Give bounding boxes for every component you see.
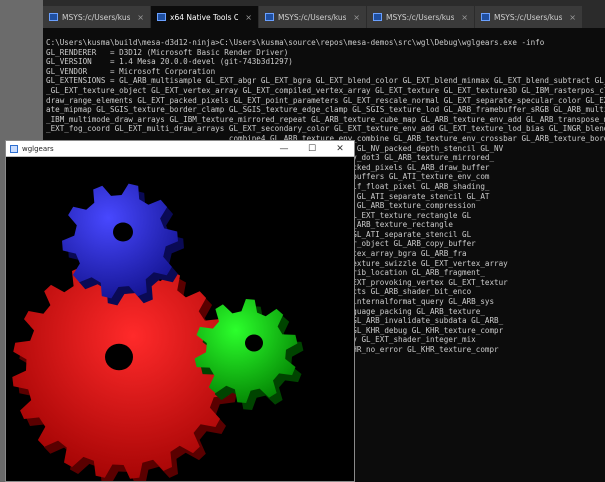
gears-canvas bbox=[12, 183, 304, 481]
terminal-tab-label: MSYS:/c/Users/kusma/src/mesa/r bbox=[278, 12, 347, 22]
terminal-tab-icon bbox=[373, 13, 382, 21]
wglgears-title-bar[interactable]: wglgears — ☐ ✕ bbox=[6, 141, 354, 157]
terminal-tab-close-icon[interactable]: × bbox=[569, 13, 576, 22]
terminal-tab-close-icon[interactable]: × bbox=[353, 13, 360, 22]
terminal-line: ate_mipmap GL_SGIS_texture_border_clamp … bbox=[46, 105, 605, 115]
terminal-tab-label: MSYS:/c/Users/kusma/source/r bbox=[494, 12, 563, 22]
terminal-tab-icon bbox=[49, 13, 58, 21]
terminal-tab-label: x64 Native Tools Command Pr bbox=[170, 12, 239, 22]
maximize-button[interactable]: ☐ bbox=[298, 141, 326, 157]
terminal-line: C:\Users\kusma\build\mesa-d3d12-ninja>C:… bbox=[46, 38, 545, 47]
minimize-button[interactable]: — bbox=[270, 141, 298, 157]
window-title: wglgears bbox=[22, 144, 54, 153]
terminal-tab-icon bbox=[481, 13, 490, 21]
close-button[interactable]: ✕ bbox=[326, 141, 354, 157]
terminal-tab-close-icon[interactable]: × bbox=[245, 13, 252, 22]
window-app-icon bbox=[10, 144, 18, 153]
terminal-line: GL_VENDOR = Microsoft Corporation bbox=[46, 66, 216, 76]
terminal-tab-icon bbox=[265, 13, 274, 21]
terminal-tab[interactable]: MSYS:/c/Users/kusma/src/mesa/r × bbox=[259, 6, 366, 28]
terminal-tab-label: MSYS:/c/Users/kusma/source/r bbox=[62, 12, 131, 22]
terminal-tab-close-icon[interactable]: × bbox=[137, 13, 144, 22]
wglgears-window[interactable]: wglgears — ☐ ✕ bbox=[5, 140, 355, 482]
terminal-tab[interactable]: x64 Native Tools Command Pr × bbox=[151, 6, 258, 28]
terminal-tab-label: MSYS:/c/Users/kusma/source/r bbox=[386, 12, 455, 22]
terminal-tab-bar: MSYS:/c/Users/kusma/source/r×x64 Native … bbox=[43, 0, 605, 28]
terminal-tab[interactable]: MSYS:/c/Users/kusma/source/r × bbox=[43, 6, 150, 28]
terminal-line: GL_RENDERER = D3D12 (Microsoft Basic Ren… bbox=[46, 47, 289, 57]
terminal-line: GL_VERSION = 1.4 Mesa 20.0.0-devel (git-… bbox=[46, 57, 293, 67]
terminal-tab[interactable]: MSYS:/c/Users/kusma/source/r × bbox=[367, 6, 474, 28]
terminal-line: GL_EXTENSIONS = GL_ARB_multisample GL_EX… bbox=[46, 76, 605, 86]
terminal-line: draw_range_elements GL_EXT_packed_pixels… bbox=[46, 95, 605, 105]
terminal-tab-close-icon[interactable]: × bbox=[461, 13, 468, 22]
terminal-line: _EXT_fog_coord GL_EXT_multi_draw_arrays … bbox=[46, 124, 605, 134]
terminal-tab[interactable]: MSYS:/c/Users/kusma/source/r × bbox=[475, 6, 582, 28]
terminal-tab-icon bbox=[157, 13, 166, 21]
terminal-line: _IBM_multimode_draw_arrays GL_IBM_textur… bbox=[46, 114, 605, 124]
terminal-line: _GL_EXT_texture_object GL_EXT_vertex_arr… bbox=[46, 85, 605, 95]
